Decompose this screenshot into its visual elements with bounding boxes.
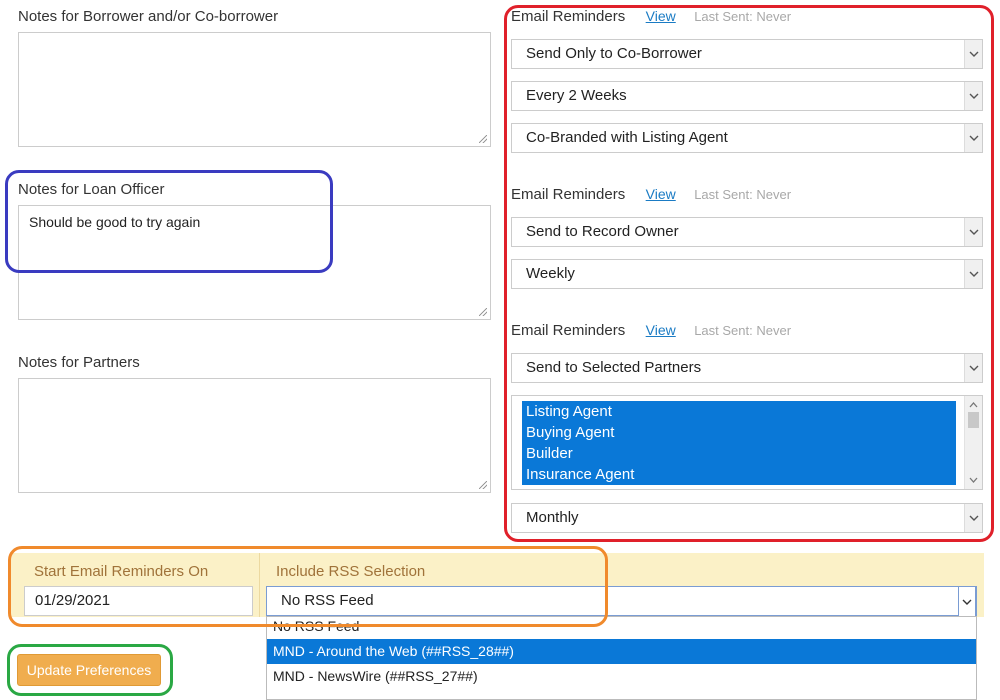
partner-option[interactable]: Buying Agent <box>522 422 956 443</box>
select-value: Monthly <box>526 509 579 526</box>
frequency-select[interactable]: Monthly <box>511 503 983 533</box>
chevron-down-icon <box>964 218 982 246</box>
reminder-header: Email Reminders View Last Sent: Never <box>511 8 791 26</box>
select-value: Send to Selected Partners <box>526 359 702 376</box>
recipient-select[interactable]: Send Only to Co-Borrower <box>511 39 983 69</box>
partner-option[interactable]: Builder <box>522 443 956 464</box>
view-reminder-link[interactable]: View <box>646 322 676 338</box>
loan-officer-notes-label: Notes for Loan Officer <box>18 181 165 198</box>
reminder-heading: Email Reminders <box>511 322 626 339</box>
partner-option[interactable]: Insurance Agent <box>522 464 956 485</box>
select-value: Send Only to Co-Borrower <box>526 45 702 62</box>
rss-select[interactable]: No RSS Feed <box>266 586 977 618</box>
branding-select[interactable]: Co-Branded with Listing Agent <box>511 123 983 153</box>
resize-grip-icon[interactable] <box>479 308 487 316</box>
rss-label: Include RSS Selection <box>276 563 426 580</box>
reminder-header: Email Reminders View Last Sent: Never <box>511 186 791 204</box>
rss-option[interactable]: No RSS Feed <box>267 617 976 639</box>
rss-option[interactable]: MND - NewsWire (##RSS_27##) <box>267 664 976 689</box>
reminder-heading: Email Reminders <box>511 8 626 25</box>
resize-grip-icon[interactable] <box>479 481 487 489</box>
borrower-notes-textarea[interactable] <box>18 32 491 147</box>
listbox-scrollbar[interactable] <box>964 396 982 489</box>
reminder-header: Email Reminders View Last Sent: Never <box>511 322 791 340</box>
view-reminder-link[interactable]: View <box>646 186 676 202</box>
last-sent-text: Last Sent: Never <box>694 187 792 202</box>
chevron-down-icon <box>964 124 982 152</box>
update-preferences-button[interactable]: Update Preferences <box>17 654 161 686</box>
recipient-select[interactable]: Send to Record Owner <box>511 217 983 247</box>
rss-dropdown-list: No RSS Feed MND - Around the Web (##RSS_… <box>266 616 977 700</box>
partners-listbox[interactable]: Listing Agent Buying Agent Builder Insur… <box>511 395 983 490</box>
reminder-heading: Email Reminders <box>511 186 626 203</box>
view-reminder-link[interactable]: View <box>646 8 676 24</box>
chevron-down-icon <box>964 40 982 68</box>
frequency-select[interactable]: Weekly <box>511 259 983 289</box>
schedule-divider <box>259 553 260 617</box>
recipient-select[interactable]: Send to Selected Partners <box>511 353 983 383</box>
chevron-down-icon <box>964 354 982 382</box>
last-sent-text: Last Sent: Never <box>694 323 792 338</box>
start-date-label: Start Email Reminders On <box>34 563 209 580</box>
select-value: Weekly <box>526 265 575 282</box>
borrower-notes-label: Notes for Borrower and/or Co-borrower <box>18 8 279 25</box>
partner-option[interactable]: Listing Agent <box>522 401 956 422</box>
chevron-down-icon <box>964 504 982 532</box>
select-value: Every 2 Weeks <box>526 87 627 104</box>
select-value: Send to Record Owner <box>526 223 679 240</box>
chevron-down-icon <box>958 586 976 618</box>
chevron-down-icon <box>964 260 982 288</box>
chevron-down-icon <box>964 82 982 110</box>
select-value: No RSS Feed <box>281 592 374 609</box>
loan-officer-notes-textarea[interactable]: Should be good to try again <box>18 205 491 320</box>
rss-option[interactable]: MND - Around the Web (##RSS_28##) <box>267 639 976 664</box>
scrollbar-arrows-icon <box>968 402 979 483</box>
partners-notes-textarea[interactable] <box>18 378 491 493</box>
partners-notes-label: Notes for Partners <box>18 354 140 371</box>
last-sent-text: Last Sent: Never <box>694 9 792 24</box>
frequency-select[interactable]: Every 2 Weeks <box>511 81 983 111</box>
start-date-input[interactable]: 01/29/2021 <box>24 586 253 616</box>
resize-grip-icon[interactable] <box>479 135 487 143</box>
select-value: Co-Branded with Listing Agent <box>526 129 728 146</box>
